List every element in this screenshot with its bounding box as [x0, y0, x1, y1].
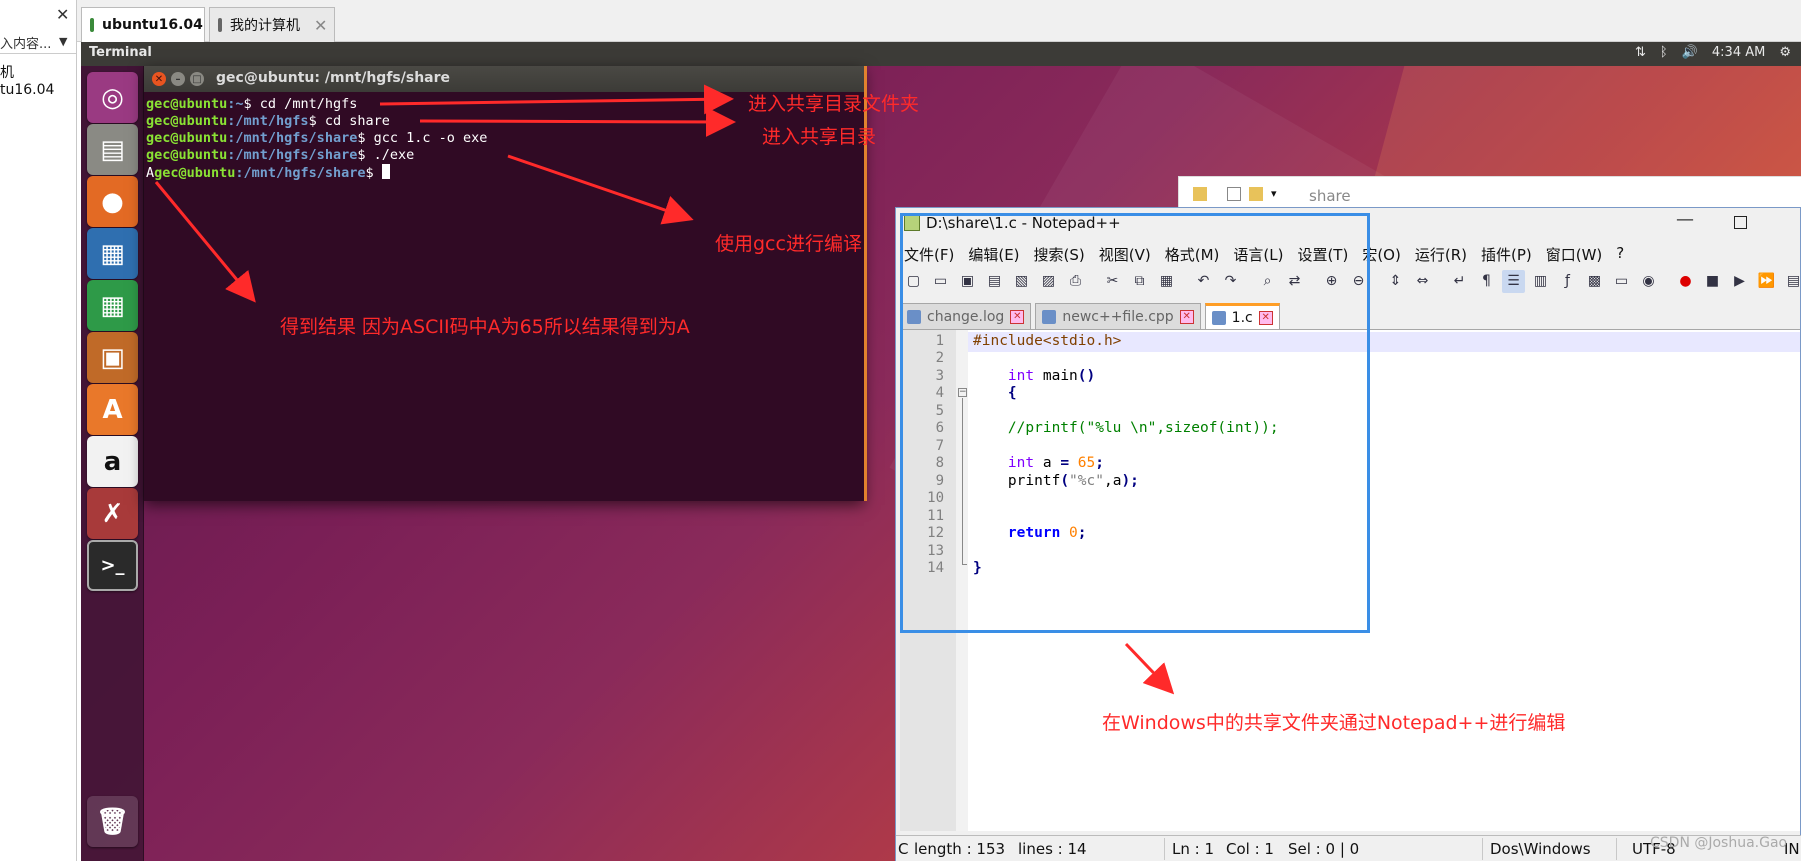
folder-workspace-icon[interactable]: ▭: [1610, 270, 1633, 293]
computer-icon: [218, 18, 222, 32]
close-icon[interactable]: ✕: [314, 16, 327, 35]
doc-map-icon[interactable]: ▥: [1529, 270, 1552, 293]
status-selection: Sel : 0 | 0: [1288, 840, 1360, 858]
chevron-down-icon[interactable]: ▼: [59, 35, 67, 48]
annotation-text: 进入共享目录: [762, 126, 877, 148]
software-center-icon[interactable]: A: [87, 384, 138, 435]
status-language: C: [898, 840, 909, 858]
tab-ubuntu[interactable]: ubuntu16.04 ✕: [81, 7, 230, 42]
calc-icon[interactable]: ▦: [87, 280, 138, 331]
vm-tab-bar: ubuntu16.04 ✕ 我的计算机 ✕: [77, 0, 1801, 42]
folder-icon: [1193, 187, 1207, 201]
amazon-icon[interactable]: a: [87, 436, 138, 487]
system-tray: ⇅ ᛒ 🔊 4:34 AM ⚙: [1635, 45, 1791, 60]
status-length: length : 153: [914, 840, 1006, 858]
function-list-icon[interactable]: ƒ: [1556, 270, 1579, 293]
settings-icon[interactable]: ✗: [87, 488, 138, 539]
annotation-text: 进入共享目录文件夹: [748, 93, 920, 115]
sync-vertical-icon[interactable]: ⇕: [1384, 270, 1407, 293]
watermark: CSDN @Joshua.Gao: [1650, 835, 1788, 851]
ubuntu-dash-icon[interactable]: ◎: [87, 72, 138, 123]
terminal-icon[interactable]: >_: [87, 540, 138, 591]
play-macro-icon[interactable]: ▶: [1728, 270, 1751, 293]
status-column: Col : 1: [1226, 840, 1274, 858]
minimize-icon[interactable]: —: [1676, 209, 1694, 230]
indent-guide-icon[interactable]: ☰: [1502, 269, 1525, 293]
run-macro-multiple-icon[interactable]: ⏩: [1755, 270, 1778, 293]
chevron-down-icon[interactable]: ▾: [1271, 187, 1277, 200]
checkbox-icon[interactable]: [1227, 187, 1241, 201]
firefox-icon[interactable]: ●: [87, 176, 138, 227]
network-icon[interactable]: ⇅: [1635, 45, 1646, 60]
status-eol[interactable]: Dos\Windows: [1490, 840, 1591, 858]
status-lines: lines : 14: [1018, 840, 1087, 858]
active-app-title: Terminal: [89, 45, 152, 60]
menu-help[interactable]: ?: [1616, 244, 1624, 265]
explorer-path: share: [1309, 187, 1351, 205]
terminal-line: gec@ubuntu:~$ cd /mnt/hgfs: [146, 96, 358, 112]
minimize-icon[interactable]: –: [171, 72, 185, 86]
library-tree-item[interactable]: tu16.04: [0, 82, 54, 98]
monitoring-icon[interactable]: ◉: [1637, 270, 1660, 293]
terminal-line: gec@ubuntu:/mnt/hgfs/share$ gcc 1.c -o e…: [146, 130, 488, 146]
word-wrap-icon[interactable]: ↵: [1448, 270, 1471, 293]
close-icon[interactable]: ✕: [152, 72, 166, 86]
unity-launcher: ◎ ▤ ● ▦ ▦ ▣ A a ✗ >_ 🗑: [81, 66, 144, 861]
udl-icon[interactable]: ▩: [1583, 270, 1606, 293]
terminal-cursor: [381, 164, 390, 179]
files-icon[interactable]: ▤: [87, 124, 138, 175]
folder-icon: [1249, 187, 1263, 201]
save-macro-icon[interactable]: ▤: [1782, 270, 1801, 293]
tab-label: 我的计算机: [230, 18, 300, 34]
annotation-text: 得到结果 因为ASCII码中A为65所以结果得到为A: [280, 316, 690, 338]
terminal-line: Agec@ubuntu:/mnt/hgfs/share$: [146, 164, 487, 182]
terminal-line: gec@ubuntu:/mnt/hgfs/share$ ./exe: [146, 147, 415, 163]
bluetooth-icon[interactable]: ᛒ: [1660, 45, 1668, 60]
trash-icon[interactable]: 🗑: [87, 796, 138, 847]
vm-icon: [90, 18, 94, 32]
annotation-text: 在Windows中的共享文件夹通过Notepad++进行编辑: [1102, 712, 1566, 734]
highlight-box: [900, 213, 1370, 633]
gear-icon[interactable]: ⚙: [1779, 45, 1791, 60]
stop-macro-icon[interactable]: ■: [1701, 270, 1724, 293]
sync-horizontal-icon[interactable]: ⇔: [1411, 270, 1434, 293]
maximize-icon[interactable]: [1734, 216, 1747, 229]
terminal-window[interactable]: ✕ – □ gec@ubuntu: /mnt/hgfs/share gec@ub…: [144, 66, 864, 501]
library-tree-item[interactable]: 机: [0, 62, 14, 82]
terminal-output[interactable]: gec@ubuntu:~$ cd /mnt/hgfs gec@ubuntu:/mn…: [146, 96, 487, 182]
annotation-text: 使用gcc进行编译: [715, 233, 862, 255]
clock[interactable]: 4:34 AM: [1712, 45, 1765, 60]
tab-label: ubuntu16.04: [102, 17, 203, 33]
impress-icon[interactable]: ▣: [87, 332, 138, 383]
maximize-icon[interactable]: □: [190, 72, 204, 86]
terminal-title: gec@ubuntu: /mnt/hgfs/share: [216, 70, 451, 86]
menu-plugins[interactable]: 插件(P): [1481, 244, 1532, 265]
menu-run[interactable]: 运行(R): [1415, 244, 1467, 265]
status-line: Ln : 1: [1172, 840, 1214, 858]
writer-icon[interactable]: ▦: [87, 228, 138, 279]
close-library-icon[interactable]: ✕: [56, 5, 69, 24]
ubuntu-top-panel: Terminal ⇅ ᛒ 🔊 4:34 AM ⚙: [81, 42, 1801, 66]
vm-library-panel: ✕ 入内容... ▼ 机 tu16.04: [0, 0, 77, 861]
terminal-line: gec@ubuntu:/mnt/hgfs$ cd share: [146, 113, 390, 129]
record-macro-icon[interactable]: ●: [1674, 270, 1697, 293]
menu-window[interactable]: 窗口(W): [1546, 244, 1603, 265]
tab-my-computer[interactable]: 我的计算机 ✕: [209, 7, 335, 42]
show-all-chars-icon[interactable]: ¶: [1475, 270, 1498, 293]
volume-icon[interactable]: 🔊: [1682, 45, 1698, 60]
